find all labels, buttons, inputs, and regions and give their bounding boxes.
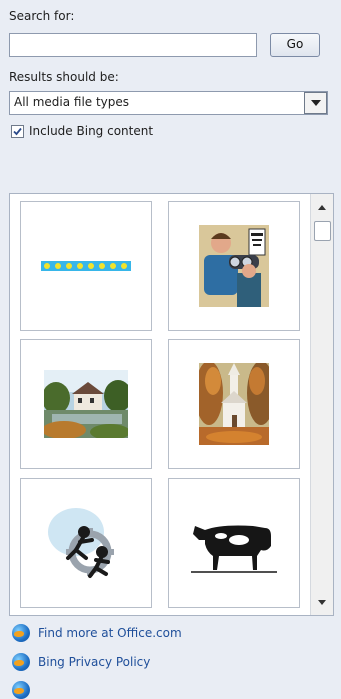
search-label: Search for:	[9, 9, 75, 23]
globe-icon	[12, 624, 30, 642]
scroll-thumb[interactable]	[314, 221, 331, 241]
include-bing-label: Include Bing content	[29, 124, 154, 138]
house-by-lake-clipart	[44, 370, 128, 438]
checkmark-icon	[13, 127, 22, 136]
dropdown-arrow-button[interactable]	[304, 92, 327, 114]
chevron-down-icon	[310, 100, 321, 106]
scroll-up-button[interactable]	[311, 200, 333, 214]
eye-exam-clipart	[199, 225, 269, 307]
privacy-policy-link[interactable]: Bing Privacy Policy	[38, 655, 150, 669]
church-in-autumn-clipart	[199, 363, 269, 445]
thumbnail-6[interactable]	[168, 478, 300, 608]
thumbnail-5[interactable]	[20, 478, 152, 608]
cow-clipart	[191, 525, 277, 573]
include-bing-checkbox[interactable]	[11, 125, 24, 138]
decorative-border-clipart	[41, 261, 131, 271]
results-type-label: Results should be:	[9, 70, 119, 84]
teamwork-gears-clipart	[48, 508, 114, 578]
thumbnail-4[interactable]	[168, 339, 300, 469]
results-scrollbar[interactable]	[310, 194, 333, 615]
chevron-up-icon	[318, 204, 326, 210]
globe-icon	[12, 653, 30, 671]
chevron-down-icon	[318, 599, 326, 605]
scroll-down-button[interactable]	[311, 595, 333, 609]
media-type-select[interactable]: All media file types	[9, 91, 328, 115]
go-button[interactable]: Go	[270, 33, 320, 57]
globe-icon	[12, 681, 30, 699]
thumbnail-3[interactable]	[20, 339, 152, 469]
search-input[interactable]	[9, 33, 257, 57]
thumbnail-2[interactable]	[168, 201, 300, 331]
privacy-policy-link-row[interactable]: Bing Privacy Policy	[12, 653, 150, 671]
find-more-link[interactable]: Find more at Office.com	[38, 626, 182, 640]
third-link-row[interactable]	[12, 681, 38, 699]
thumbnail-1[interactable]	[20, 201, 152, 331]
find-more-link-row[interactable]: Find more at Office.com	[12, 624, 182, 642]
media-type-selected: All media file types	[14, 95, 130, 109]
